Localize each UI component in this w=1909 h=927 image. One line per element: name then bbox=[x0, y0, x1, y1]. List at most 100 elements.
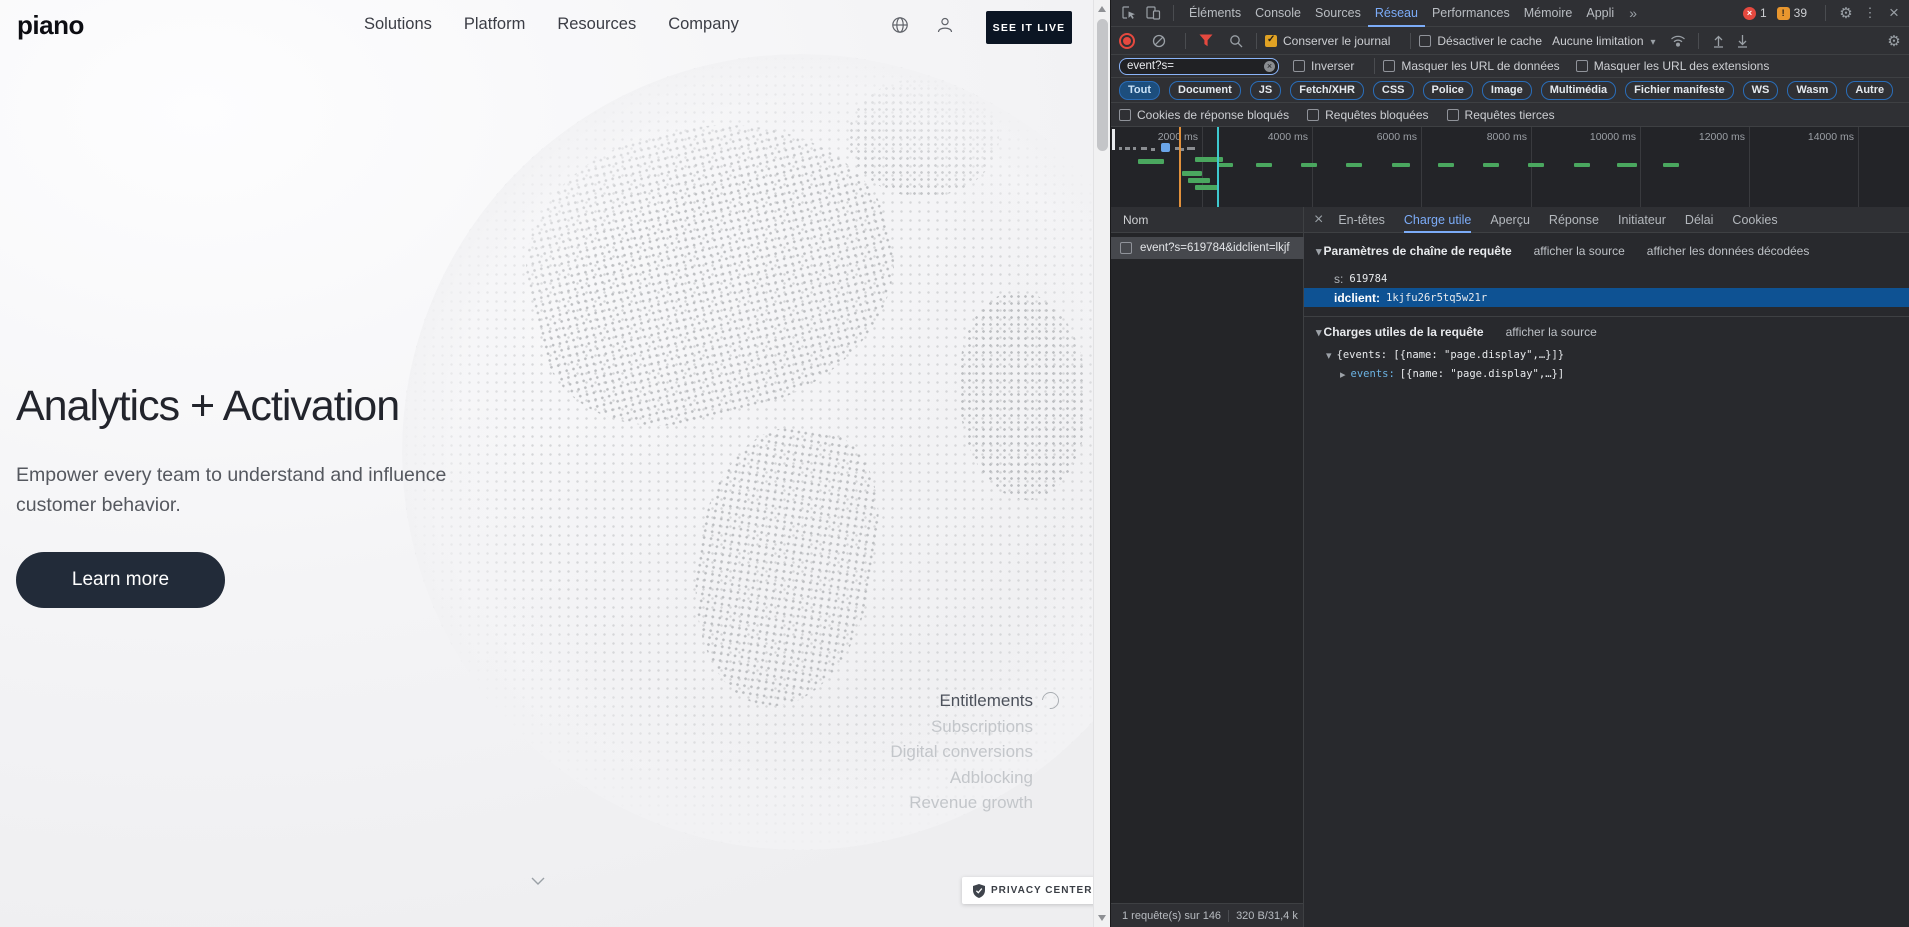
tab-performance[interactable]: Performances bbox=[1425, 0, 1517, 27]
page-scrollbar[interactable] bbox=[1093, 0, 1110, 927]
detail-tab-preview[interactable]: Aperçu bbox=[1490, 207, 1530, 233]
hide-data-urls-checkbox[interactable]: Masquer les URL de données bbox=[1383, 59, 1559, 73]
param-row-s[interactable]: s: 619784 bbox=[1304, 269, 1909, 288]
network-settings-gear-icon[interactable] bbox=[1882, 31, 1906, 51]
search-icon[interactable] bbox=[1224, 31, 1248, 51]
filter-bar: Inverser Masquer les URL de données Masq… bbox=[1111, 55, 1909, 78]
invert-checkbox[interactable]: Inverser bbox=[1293, 59, 1354, 73]
scrollbar-down-arrow[interactable] bbox=[1098, 915, 1106, 921]
network-overview-timeline[interactable]: 2000 ms 4000 ms 6000 ms 8000 ms 10000 ms… bbox=[1111, 127, 1909, 208]
nav-solutions[interactable]: Solutions bbox=[364, 15, 432, 34]
chip-css[interactable]: CSS bbox=[1373, 81, 1414, 100]
detail-tab-cookies[interactable]: Cookies bbox=[1732, 207, 1777, 233]
request-row[interactable]: event?s=619784&idclient=lkjf… bbox=[1111, 237, 1304, 259]
view-source-link[interactable]: afficher la source bbox=[1506, 325, 1597, 339]
tab-memory[interactable]: Mémoire bbox=[1517, 0, 1580, 27]
unchecked-checkbox-icon bbox=[1419, 35, 1431, 47]
dom-content-loaded-marker bbox=[1179, 127, 1181, 207]
tab-network[interactable]: Réseau bbox=[1368, 0, 1425, 27]
feature-entitlements: Entitlements bbox=[890, 688, 1033, 714]
export-har-icon[interactable] bbox=[1731, 31, 1755, 51]
timeline-tick: 6000 ms bbox=[1357, 131, 1417, 143]
kebab-menu-icon[interactable] bbox=[1858, 3, 1882, 23]
privacy-center-button[interactable]: PRIVACY CENTER bbox=[962, 877, 1103, 904]
detail-tab-initiator[interactable]: Initiateur bbox=[1618, 207, 1666, 233]
tab-sources[interactable]: Sources bbox=[1308, 0, 1368, 27]
more-tabs-icon[interactable] bbox=[1621, 3, 1645, 23]
detail-tab-payload[interactable]: Charge utile bbox=[1404, 207, 1471, 233]
issues-badge[interactable]: 39 bbox=[1777, 6, 1807, 20]
import-har-icon[interactable] bbox=[1707, 31, 1731, 51]
see-it-live-button[interactable]: SEE IT LIVE bbox=[986, 11, 1072, 44]
chip-media[interactable]: Multimédia bbox=[1541, 81, 1616, 100]
expand-arrow-icon[interactable] bbox=[1316, 244, 1322, 258]
tab-console[interactable]: Console bbox=[1248, 0, 1308, 27]
detail-tab-response[interactable]: Réponse bbox=[1549, 207, 1599, 233]
settings-gear-icon[interactable] bbox=[1834, 3, 1858, 23]
scrollbar-up-arrow[interactable] bbox=[1098, 6, 1106, 12]
separator bbox=[1698, 33, 1699, 49]
inspect-element-icon[interactable] bbox=[1117, 3, 1141, 23]
blocked-requests-checkbox[interactable]: Requêtes bloquées bbox=[1307, 108, 1428, 122]
page-scrollbar-thumb[interactable] bbox=[1097, 19, 1108, 151]
expand-arrow-icon[interactable] bbox=[1326, 348, 1332, 362]
chip-wasm[interactable]: Wasm bbox=[1787, 81, 1837, 100]
request-payload-section-header[interactable]: Charges utiles de la requête afficher la… bbox=[1316, 325, 1597, 339]
chip-document[interactable]: Document bbox=[1169, 81, 1241, 100]
nav-company[interactable]: Company bbox=[668, 15, 739, 34]
devtools-tabbar: Éléments Console Sources Réseau Performa… bbox=[1111, 0, 1909, 27]
request-table-header[interactable]: Nom bbox=[1111, 207, 1304, 233]
overview-drag-handle[interactable] bbox=[1112, 129, 1115, 150]
network-conditions-icon[interactable] bbox=[1666, 31, 1690, 51]
globe-continent-shape bbox=[848, 78, 999, 197]
collapsed-arrow-icon[interactable] bbox=[1340, 367, 1346, 381]
tab-application[interactable]: Appli bbox=[1579, 0, 1621, 27]
chip-js[interactable]: JS bbox=[1250, 81, 1281, 100]
view-source-link[interactable]: afficher la source bbox=[1534, 244, 1625, 258]
disable-cache-checkbox[interactable]: Désactiver le cache bbox=[1419, 34, 1542, 48]
chip-image[interactable]: Image bbox=[1482, 81, 1532, 100]
chip-other[interactable]: Autre bbox=[1846, 81, 1893, 100]
param-row-idclient[interactable]: idclient: 1kjfu26r5tq5w21r bbox=[1304, 288, 1909, 307]
request-list: event?s=619784&idclient=lkjf… bbox=[1111, 233, 1304, 903]
account-person-icon[interactable] bbox=[936, 16, 954, 34]
payload-events-node[interactable]: events: [{name: "page.display",…}] bbox=[1340, 367, 1564, 381]
preserve-log-checkbox[interactable]: Conserver le journal bbox=[1265, 34, 1390, 48]
expand-arrow-icon[interactable] bbox=[1316, 325, 1322, 339]
unchecked-checkbox-icon[interactable] bbox=[1120, 242, 1132, 254]
devtools-panel: Éléments Console Sources Réseau Performa… bbox=[1110, 0, 1909, 927]
close-devtools-icon[interactable] bbox=[1882, 3, 1906, 23]
tab-elements[interactable]: Éléments bbox=[1182, 0, 1248, 27]
language-globe-icon[interactable] bbox=[891, 16, 909, 34]
timeline-tick: 8000 ms bbox=[1467, 131, 1527, 143]
view-decoded-link[interactable]: afficher les données décodées bbox=[1647, 244, 1810, 258]
separator bbox=[1256, 33, 1257, 49]
learn-more-button[interactable]: Learn more bbox=[16, 552, 225, 608]
third-party-requests-checkbox[interactable]: Requêtes tierces bbox=[1447, 108, 1555, 122]
nav-resources[interactable]: Resources bbox=[557, 15, 636, 34]
chip-all[interactable]: Tout bbox=[1119, 81, 1160, 100]
chip-manifest[interactable]: Fichier manifeste bbox=[1625, 81, 1733, 100]
piano-logo[interactable]: piano bbox=[17, 10, 84, 41]
scroll-down-chevron-icon[interactable] bbox=[530, 876, 546, 886]
clear-network-log-icon[interactable] bbox=[1147, 31, 1171, 51]
close-detail-icon[interactable] bbox=[1314, 211, 1323, 229]
nav-platform[interactable]: Platform bbox=[464, 15, 525, 34]
chip-fetch-xhr[interactable]: Fetch/XHR bbox=[1290, 81, 1364, 100]
detail-tab-headers[interactable]: En-têtes bbox=[1338, 207, 1385, 233]
payload-panel: Paramètres de chaîne de requête afficher… bbox=[1304, 233, 1909, 903]
error-badge[interactable]: 1 bbox=[1743, 6, 1767, 20]
chip-ws[interactable]: WS bbox=[1743, 81, 1779, 100]
blocked-response-cookies-checkbox[interactable]: Cookies de réponse bloqués bbox=[1119, 108, 1289, 122]
payload-json-root[interactable]: {events: [{name: "page.display",…}]} bbox=[1326, 348, 1564, 362]
network-filter-input[interactable] bbox=[1119, 58, 1279, 75]
hide-extension-urls-checkbox[interactable]: Masquer les URL des extensions bbox=[1576, 59, 1770, 73]
detail-tab-timing[interactable]: Délai bbox=[1685, 207, 1714, 233]
throttling-dropdown[interactable]: Aucune limitation bbox=[1552, 34, 1655, 48]
query-string-section-header[interactable]: Paramètres de chaîne de requête afficher… bbox=[1316, 244, 1809, 258]
record-network-log-icon[interactable] bbox=[1119, 33, 1135, 49]
clear-filter-icon[interactable] bbox=[1264, 61, 1275, 72]
chip-font[interactable]: Police bbox=[1423, 81, 1473, 100]
filter-funnel-icon[interactable] bbox=[1194, 31, 1218, 51]
device-toolbar-icon[interactable] bbox=[1141, 3, 1165, 23]
